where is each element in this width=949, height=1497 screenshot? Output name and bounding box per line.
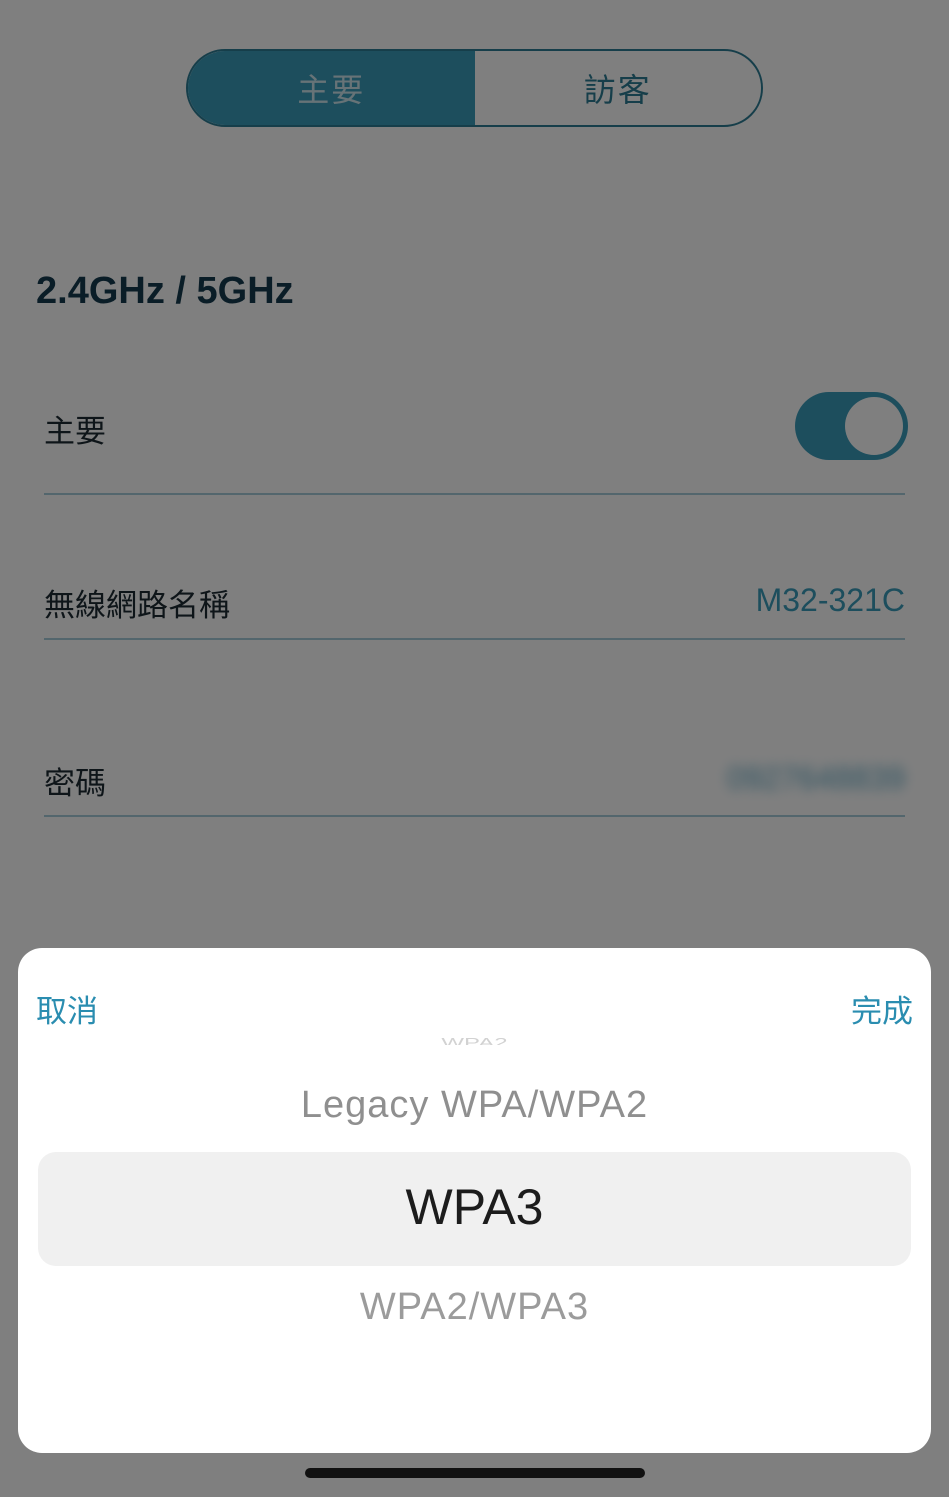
cancel-button[interactable]: 取消 [36,986,98,1031]
picker-option-wpa2[interactable]: WPA2 [18,1034,931,1045]
picker-option-legacy-wpa-wpa2[interactable]: Legacy WPA/WPA2 [18,1084,931,1127]
security-picker-sheet: 取消 完成 WPA2 Legacy WPA/WPA2 WPA3 WPA2/WPA… [18,948,931,1453]
security-mode-picker-wheel[interactable]: WPA2 Legacy WPA/WPA2 WPA3 WPA2/WPA3 [18,1028,931,1453]
done-button[interactable]: 完成 [851,986,913,1031]
picker-option-wpa3-selected[interactable]: WPA3 [18,1178,931,1236]
home-indicator [305,1468,645,1478]
picker-option-wpa2-wpa3[interactable]: WPA2/WPA3 [18,1286,931,1329]
